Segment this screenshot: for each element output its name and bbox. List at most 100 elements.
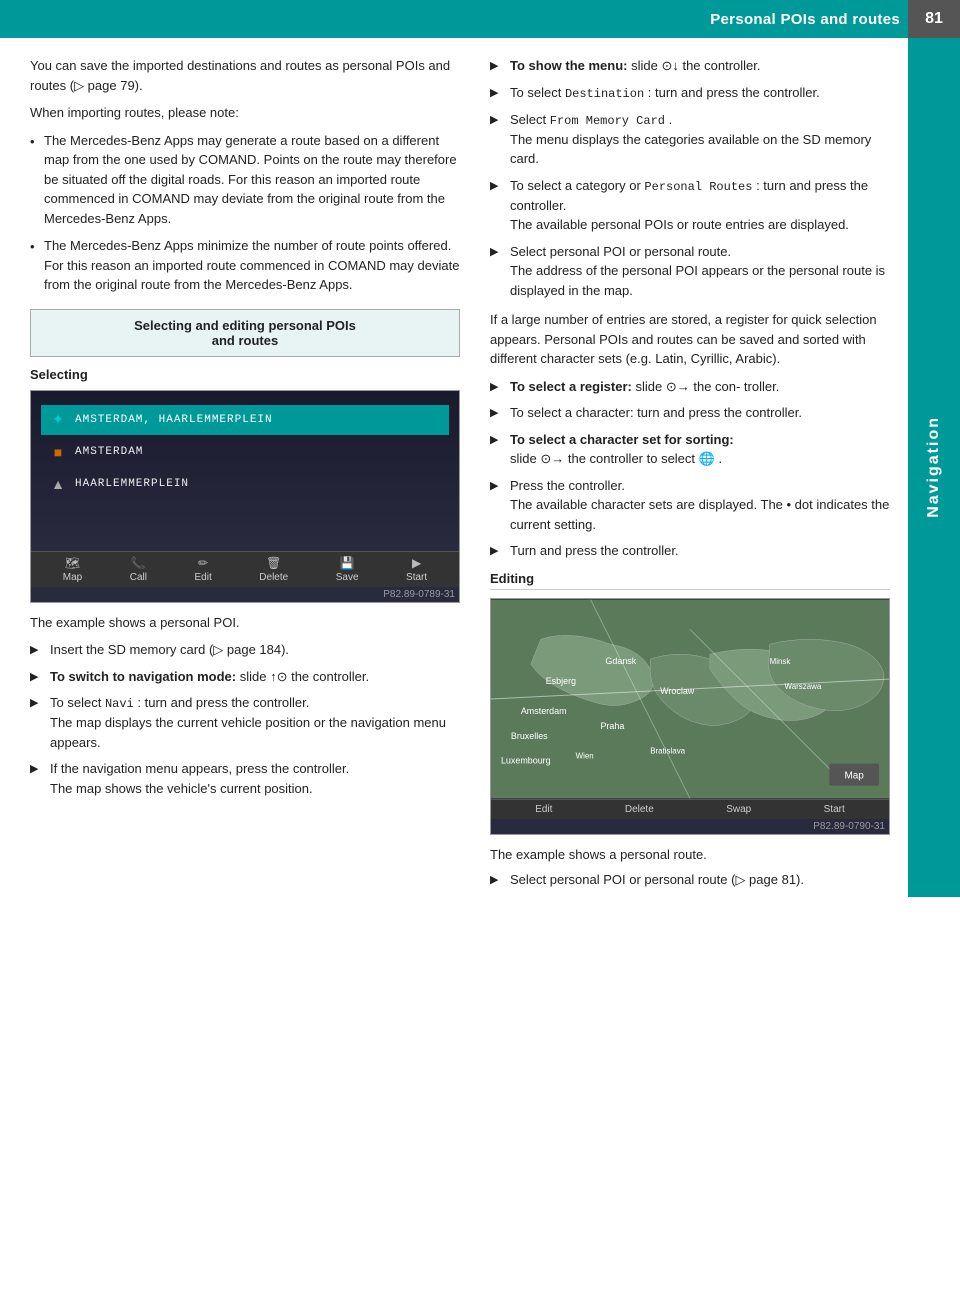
instruction-from-mem: ▶ Select From Memory Card . The menu dis… <box>490 110 890 169</box>
bullet-dot-2: • <box>30 236 44 295</box>
turn-content: Turn and press the controller. <box>510 541 890 561</box>
svg-text:Bruxelles: Bruxelles <box>511 730 548 740</box>
toolbar-btn-map: 🗺 Map <box>63 556 82 583</box>
svg-text:Gdansk: Gdansk <box>605 656 636 666</box>
nav-mode-text: slide ↑⊙ the controller. <box>240 669 369 684</box>
register-text: slide ⊙→ the con- troller. <box>636 379 780 394</box>
toolbar-btn-save: 💾 Save <box>336 556 359 583</box>
char-content: To select a character: turn and press th… <box>510 403 890 423</box>
toolbar-btn-call: 📞 Call <box>130 556 147 583</box>
svg-text:Esbjerg: Esbjerg <box>546 676 576 686</box>
menu-text: If the navigation menu appears, press th… <box>50 761 349 776</box>
svg-text:Wroclaw: Wroclaw <box>660 686 695 696</box>
toolbar-btn-start: ▶ Start <box>406 556 427 583</box>
navi-rest: : turn and press the controller. <box>137 695 309 710</box>
charset-icon: 🌐 <box>699 451 715 466</box>
instruction-select-poi: ▶ Select personal POI or personal route.… <box>490 242 890 301</box>
dest-rest: : turn and press the controller. <box>648 85 820 100</box>
screenshot-caption-left: P82.89-0789-31 <box>31 587 459 602</box>
navi-select-text: To select <box>50 695 101 710</box>
arrow-r10: ▶ <box>490 541 506 560</box>
arrow-r8: ▶ <box>490 430 506 449</box>
charset-content: To select a character set for sorting: s… <box>510 430 890 469</box>
nav-item-2: ■ AMSTERDAM <box>41 437 449 467</box>
instruction-navi: ▶ To select Navi : turn and press the co… <box>30 693 460 752</box>
example-route-text: The example shows a personal route. <box>490 845 890 865</box>
arrow-2: ▶ <box>30 667 46 686</box>
svg-text:Wien: Wien <box>576 751 594 760</box>
instruction-nav-mode-content: To switch to navigation mode: slide ↑⊙ t… <box>50 667 460 687</box>
instruction-turn: ▶ Turn and press the controller. <box>490 541 890 561</box>
show-menu-content: To show the menu: slide ⊙↓ the controlle… <box>510 56 890 76</box>
page-wrapper: Personal POIs and routes 81 Navigation Y… <box>0 0 960 897</box>
bullet-text-1: The Mercedes-Benz Apps may generate a ro… <box>44 131 460 229</box>
arrow-r1: ▶ <box>490 56 506 75</box>
dot-icon: ■ <box>49 443 67 461</box>
from-mem-code: From Memory Card <box>550 114 665 128</box>
intro-text: You can save the imported destinations a… <box>30 56 460 95</box>
left-column: You can save the imported destinations a… <box>0 56 480 897</box>
star-icon: ✦ <box>49 411 67 429</box>
instruction-select-personal: ▶ Select personal POI or personal route … <box>490 870 890 890</box>
header-bar: Personal POIs and routes <box>0 0 960 38</box>
nav-sidebar: Navigation <box>908 38 960 897</box>
map-toolbar-swap: Swap <box>726 804 751 815</box>
bullet-item-2: • The Mercedes-Benz Apps minimize the nu… <box>30 236 460 295</box>
arrow-4: ▶ <box>30 759 46 778</box>
map-svg: Esbjerg Gdansk Amsterdam Wroclaw Bruxell… <box>491 599 889 799</box>
screenshot-toolbar: 🗺 Map 📞 Call ✏ Edit 🗑 Delete <box>31 551 459 587</box>
charset-label: To select a character set for sorting: <box>510 432 734 447</box>
header-wrapper: Personal POIs and routes 81 <box>0 0 960 38</box>
instruction-register: ▶ To select a register: slide ⊙→ the con… <box>490 377 890 397</box>
from-mem-rest: . <box>669 112 673 127</box>
category-sub: The available personal POIs or route ent… <box>510 217 849 232</box>
instruction-menu-appears: ▶ If the navigation menu appears, press … <box>30 759 460 798</box>
category-text: To select a category or <box>510 178 641 193</box>
category-code: Personal Routes <box>644 180 752 194</box>
dest-code: Destination <box>565 87 644 101</box>
toolbar-btn-edit: ✏ Edit <box>195 556 212 583</box>
select-poi-sub: The address of the personal POI appears … <box>510 263 885 298</box>
register-note: If a large number of entries are stored,… <box>490 310 890 369</box>
arrow-r9: ▶ <box>490 476 506 495</box>
header-title: Personal POIs and routes <box>710 11 900 28</box>
map-toolbar-edit: Edit <box>535 804 552 815</box>
example-text-left: The example shows a personal POI. <box>30 613 460 633</box>
instruction-sd: ▶ Insert the SD memory card (▷ page 184)… <box>30 640 460 660</box>
svg-text:Bratislava: Bratislava <box>650 746 685 755</box>
svg-text:Amsterdam: Amsterdam <box>521 705 567 715</box>
instruction-navi-content: To select Navi : turn and press the cont… <box>50 693 460 752</box>
arrow-r3: ▶ <box>490 110 506 129</box>
instruction-sd-text: Insert the SD memory card (▷ page 184). <box>50 640 460 660</box>
section-header-box: Selecting and editing personal POIs and … <box>30 309 460 357</box>
instruction-char: ▶ To select a character: turn and press … <box>490 403 890 423</box>
note-label: When importing routes, please note: <box>30 103 460 123</box>
section-title-line2: and routes <box>43 333 447 348</box>
nav-item-3: ▲ HAARLEMMERPLEIN <box>41 469 449 499</box>
register-content: To select a register: slide ⊙→ the con- … <box>510 377 890 397</box>
arrow-r6: ▶ <box>490 377 506 396</box>
pin-icon: ▲ <box>49 475 67 493</box>
select-personal-content: Select personal POI or personal route (▷… <box>510 870 890 890</box>
svg-text:Luxembourg: Luxembourg <box>501 755 551 765</box>
map-container: Esbjerg Gdansk Amsterdam Wroclaw Bruxell… <box>491 599 889 799</box>
charset-text: slide ⊙→ the controller to select <box>510 451 695 466</box>
instruction-menu-content: If the navigation menu appears, press th… <box>50 759 460 798</box>
nav-item-text-3: HAARLEMMERPLEIN <box>75 478 189 490</box>
navi-code: Navi <box>105 697 134 711</box>
map-caption: P82.89-0790-31 <box>491 819 889 834</box>
instruction-dest: ▶ To select Destination : turn and press… <box>490 83 890 103</box>
press-sub: The available character sets are display… <box>510 497 889 532</box>
register-label: To select a register: <box>510 379 632 394</box>
turn-text: Turn and press the controller. <box>510 543 679 558</box>
select-poi-text: Select personal POI or personal route. <box>510 244 731 259</box>
main-content: You can save the imported destinations a… <box>0 38 960 897</box>
bullet-text-2: The Mercedes-Benz Apps minimize the numb… <box>44 236 460 295</box>
bullet-list: • The Mercedes-Benz Apps may generate a … <box>30 131 460 295</box>
map-toolbar-start: Start <box>824 804 845 815</box>
menu-sub: The map shows the vehicle's current posi… <box>50 781 313 796</box>
dest-text: To select <box>510 85 561 100</box>
arrow-r4: ▶ <box>490 176 506 195</box>
show-menu-label: To show the menu: <box>510 58 627 73</box>
nav-item-1: ✦ AMSTERDAM, HAARLEMMERPLEIN <box>41 405 449 435</box>
